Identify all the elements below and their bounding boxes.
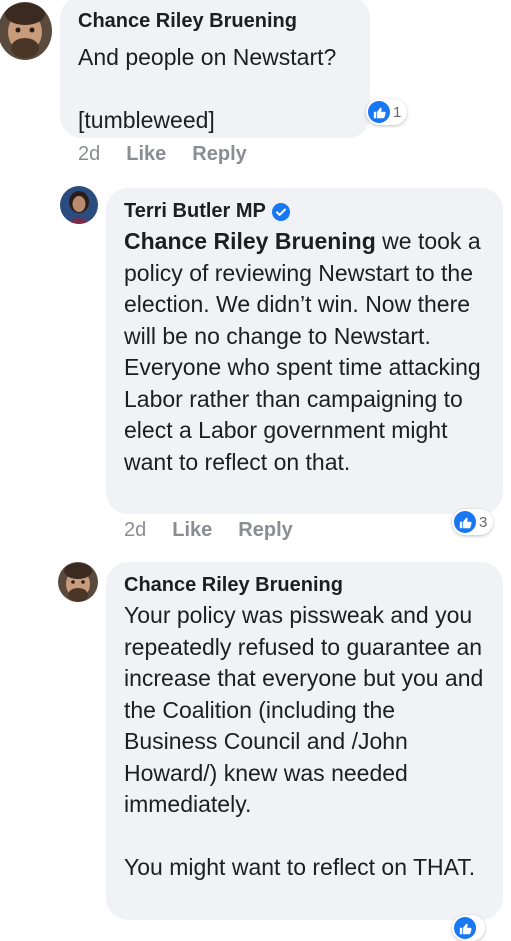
- comment-meta: 2d Like Reply: [78, 143, 273, 166]
- comment-text-body: we took a policy of reviewing Newstart t…: [124, 228, 488, 475]
- like-icon: [454, 511, 476, 533]
- reply-button[interactable]: Reply: [192, 143, 246, 166]
- comment-author[interactable]: Terri Butler MP: [124, 198, 489, 224]
- reaction-count[interactable]: 3: [452, 509, 494, 535]
- comment-bubble: Chance Riley Bruening And people on News…: [60, 0, 370, 138]
- like-button[interactable]: Like: [126, 143, 166, 166]
- comment-text: And people on Newstart? [tumbleweed]: [78, 44, 337, 133]
- like-icon: [368, 101, 390, 123]
- verified-badge-icon: [271, 202, 290, 221]
- comment-meta: 2d Like Reply: [124, 519, 319, 542]
- comment-timestamp[interactable]: 2d: [124, 519, 146, 542]
- comment-author[interactable]: Chance Riley Bruening: [124, 572, 489, 598]
- reaction-count[interactable]: [452, 915, 485, 941]
- comment-author-name: Terri Butler MP: [124, 200, 266, 222]
- reaction-count[interactable]: 1: [366, 99, 408, 125]
- comment-author[interactable]: Chance Riley Bruening: [78, 8, 354, 34]
- reaction-count-label: 3: [479, 513, 488, 531]
- avatar[interactable]: [0, 2, 52, 60]
- like-button[interactable]: Like: [172, 519, 212, 542]
- comment-bubble: Terri Butler MP Chance Riley Bruening we…: [106, 188, 503, 514]
- comment-bubble: Chance Riley Bruening Your policy was pi…: [106, 562, 503, 920]
- mention-link[interactable]: Chance Riley Bruening: [124, 228, 376, 254]
- comment-text: Chance Riley Bruening we took a policy o…: [124, 226, 489, 478]
- reply-button[interactable]: Reply: [238, 519, 292, 542]
- comment-timestamp[interactable]: 2d: [78, 143, 100, 166]
- like-icon: [454, 917, 476, 939]
- comment-text: Your policy was pissweak and you repeate…: [124, 602, 484, 880]
- avatar[interactable]: [60, 186, 98, 224]
- reaction-count-label: 1: [393, 103, 402, 121]
- avatar[interactable]: [58, 562, 98, 602]
